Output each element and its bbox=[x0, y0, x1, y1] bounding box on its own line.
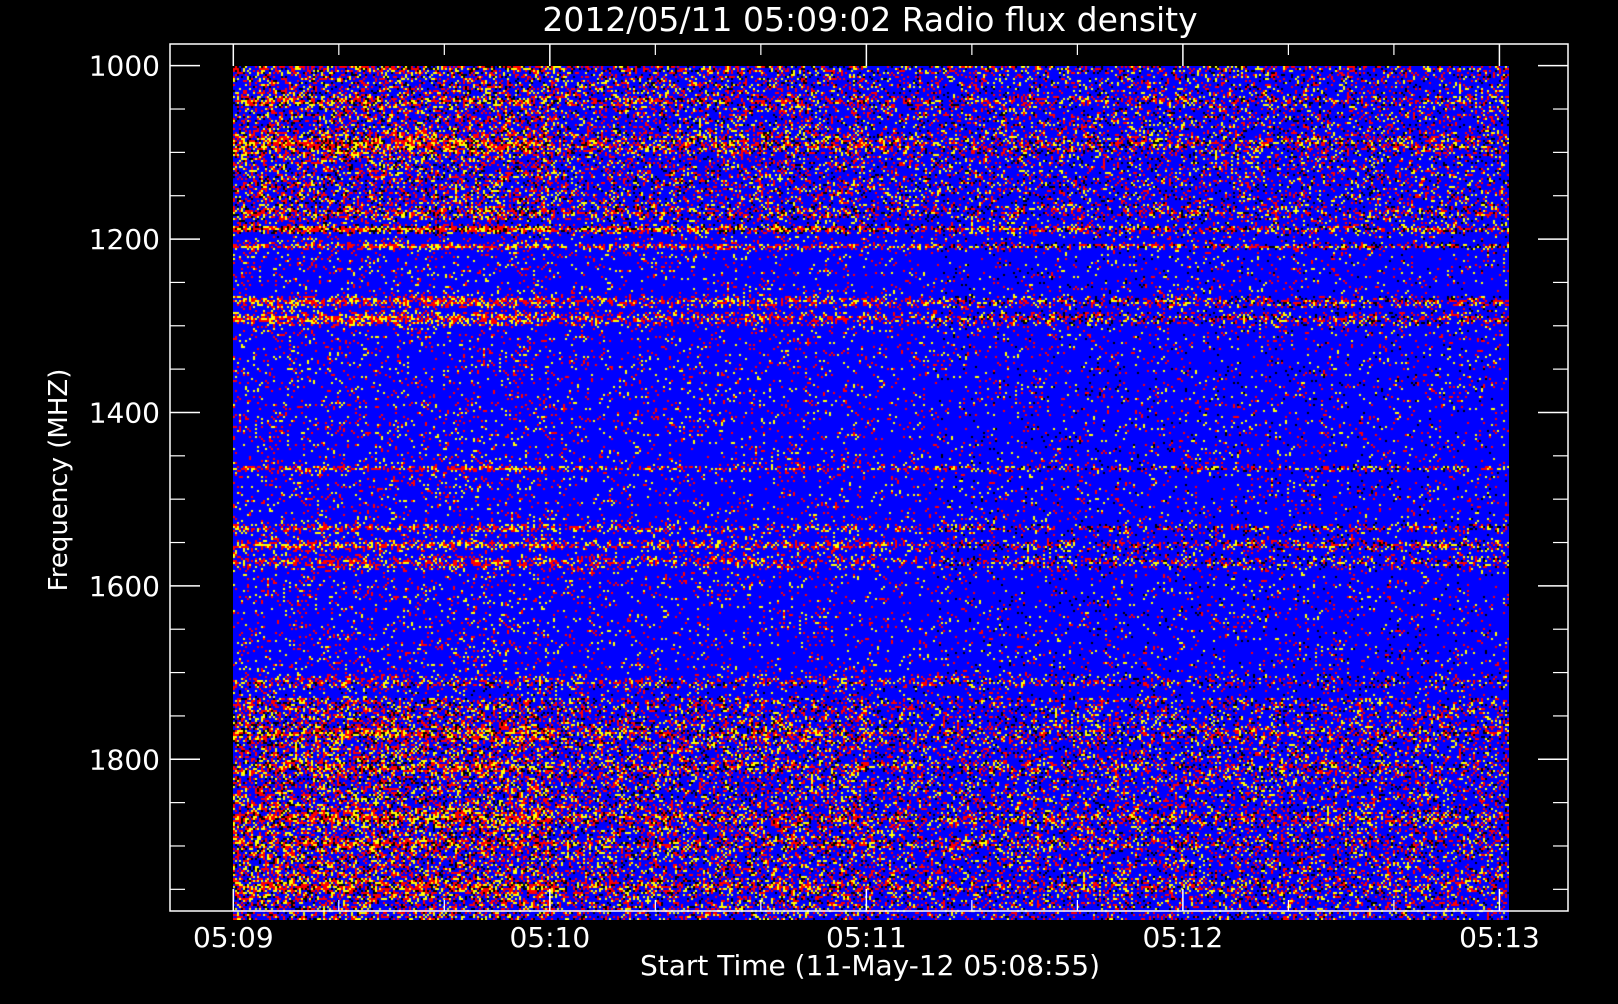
x-tick-label: 05:13 bbox=[1459, 921, 1540, 954]
spectrogram-canvas bbox=[233, 65, 1510, 920]
y-tick-label: 1400 bbox=[89, 396, 160, 429]
y-tick-label: 1200 bbox=[89, 223, 160, 256]
spectrogram-chart: 2012/05/11 05:09:02 Radio flux density S… bbox=[0, 0, 1618, 1000]
spectrogram-raster bbox=[233, 65, 1510, 920]
y-tick-label: 1000 bbox=[89, 50, 160, 83]
x-tick-label: 05:11 bbox=[826, 921, 907, 954]
chart-svg: 2012/05/11 05:09:02 Radio flux density S… bbox=[0, 0, 1618, 1000]
x-tick-label: 05:10 bbox=[509, 921, 590, 954]
x-tick-label: 05:12 bbox=[1143, 921, 1224, 954]
y-tick-label: 1800 bbox=[89, 743, 160, 776]
y-axis-label: Frequency (MHZ) bbox=[44, 369, 74, 592]
chart-title: 2012/05/11 05:09:02 Radio flux density bbox=[542, 0, 1197, 39]
y-tick-label: 1600 bbox=[89, 570, 160, 603]
x-tick-label: 05:09 bbox=[193, 921, 274, 954]
